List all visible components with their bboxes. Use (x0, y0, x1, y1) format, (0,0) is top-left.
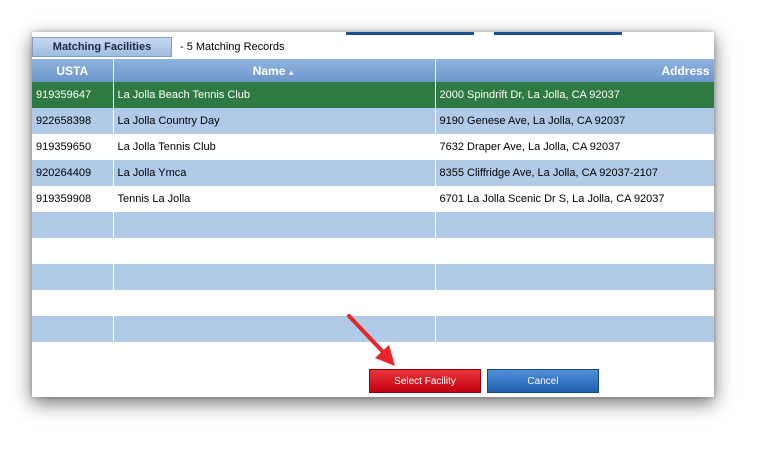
usta-cell (32, 212, 114, 238)
address-cell (435, 316, 714, 342)
usta-cell (32, 238, 114, 264)
address-cell: 6701 La Jolla Scenic Dr S, La Jolla, CA … (435, 186, 714, 212)
address-cell (435, 238, 714, 264)
usta-cell: 919359650 (32, 134, 114, 160)
address-cell: 2000 Spindrift Dr, La Jolla, CA 92037 (435, 82, 714, 108)
record-count: - 5 Matching Records (180, 41, 285, 53)
facilities-table: USTA Name ▲ Address 919359647 La Jolla Bea… (32, 59, 714, 342)
matching-facilities-dialog: Matching Facilities - 5 Matching Records… (32, 32, 714, 397)
usta-cell (32, 290, 114, 316)
top-tab-strip-right (494, 32, 622, 35)
table-row[interactable]: 920264409 La Jolla Ymca 8355 Cliffridge Av… (32, 160, 714, 186)
usta-cell: 919359647 (32, 82, 114, 108)
name-cell (113, 238, 436, 264)
table-header: USTA Name ▲ Address (32, 59, 714, 82)
cancel-button[interactable]: Cancel (487, 369, 599, 393)
usta-cell (32, 264, 114, 290)
table-row[interactable]: 919359650 La Jolla Tennis Club 7632 Draper… (32, 134, 714, 160)
usta-cell (32, 316, 114, 342)
name-cell (113, 212, 436, 238)
table-row[interactable]: 922658398 La Jolla Country Day 9190 Genese… (32, 108, 714, 134)
name-cell: La Jolla Country Day (113, 108, 436, 134)
address-cell (435, 212, 714, 238)
empty-table-row (32, 238, 714, 264)
column-header-usta[interactable]: USTA (32, 59, 114, 82)
name-cell: La Jolla Beach Tennis Club (113, 82, 436, 108)
select-facility-button[interactable]: Select Facility (369, 369, 481, 393)
address-cell: 7632 Draper Ave, La Jolla, CA 92037 (435, 134, 714, 160)
name-cell (113, 316, 436, 342)
empty-table-row (32, 212, 714, 238)
usta-cell: 919359908 (32, 186, 114, 212)
empty-table-row (32, 264, 714, 290)
usta-cell: 920264409 (32, 160, 114, 186)
address-cell: 9190 Genese Ave, La Jolla, CA 92037 (435, 108, 714, 134)
empty-table-row (32, 290, 714, 316)
tab-bar: Matching Facilities - 5 Matching Records (32, 37, 714, 57)
name-cell: La Jolla Tennis Club (113, 134, 436, 160)
button-bar: Select Facility Cancel (32, 369, 714, 393)
column-header-address[interactable]: Address (435, 59, 714, 82)
name-cell: La Jolla Ymca (113, 160, 436, 186)
address-cell (435, 290, 714, 316)
empty-table-row (32, 316, 714, 342)
usta-cell: 922658398 (32, 108, 114, 134)
name-cell: Tennis La Jolla (113, 186, 436, 212)
address-cell: 8355 Cliffridge Ave, La Jolla, CA 92037-… (435, 160, 714, 186)
name-cell (113, 290, 436, 316)
column-header-name[interactable]: Name ▲ (113, 59, 436, 82)
top-tab-strip-left (346, 32, 474, 35)
sort-ascending-icon: ▲ (287, 67, 296, 77)
name-cell (113, 264, 436, 290)
table-row[interactable]: 919359647 La Jolla Beach Tennis Club 2000 … (32, 82, 714, 108)
tab-matching-facilities[interactable]: Matching Facilities (32, 37, 172, 57)
address-cell (435, 264, 714, 290)
table-row[interactable]: 919359908 Tennis La Jolla 6701 La Jolla Sc… (32, 186, 714, 212)
